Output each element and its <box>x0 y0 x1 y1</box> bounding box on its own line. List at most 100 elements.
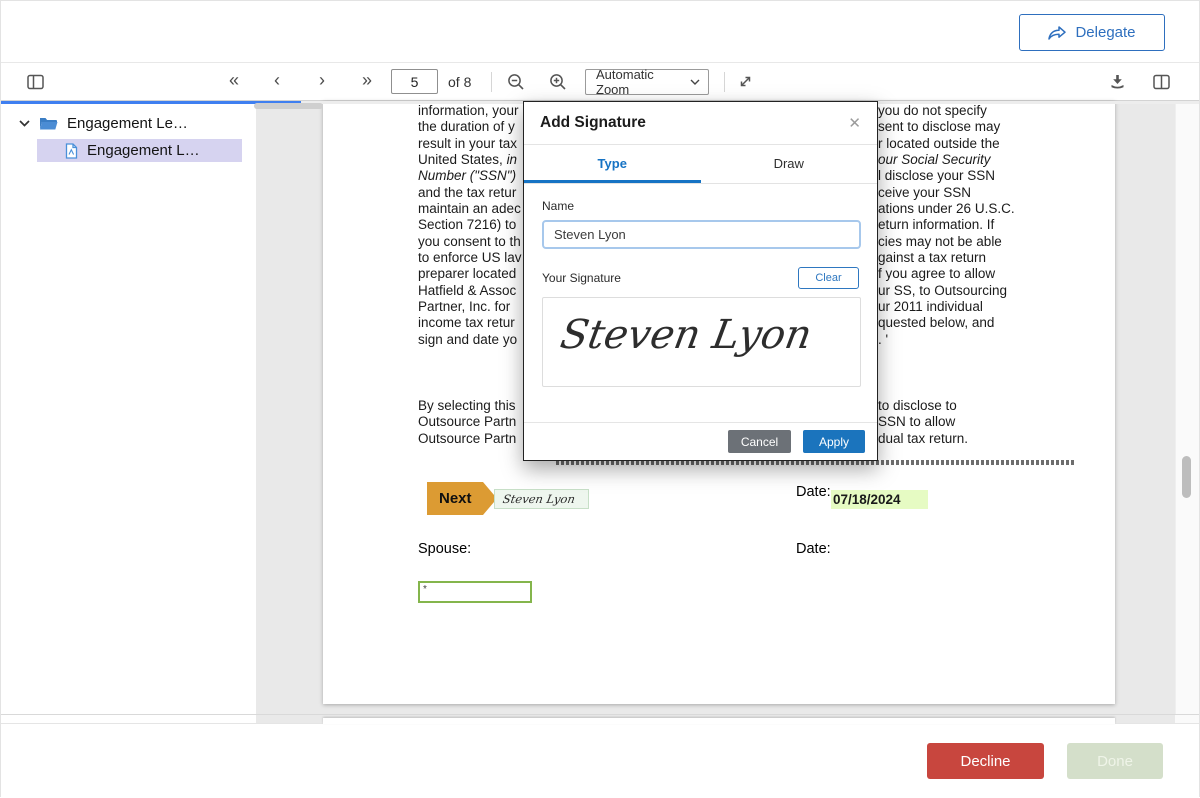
doc-line: our Social Security <box>878 152 1015 168</box>
doc-line: ations under 26 U.S.C. <box>878 201 1015 217</box>
pdf-viewer: information, yourthe duration of yresult… <box>256 101 1199 714</box>
doc-line: SSN to allow <box>878 414 968 430</box>
chevron-down-icon <box>19 120 30 127</box>
doc-line: Partner, Inc. for <box>418 299 522 315</box>
modal-footer: Cancel Apply <box>524 422 877 460</box>
doc-line: Section 7216) to <box>418 217 522 233</box>
pdf-toolbar: « ‹ › » of 8 Automatic Zoom <box>1 63 1199 101</box>
doc-line: the duration of y <box>418 119 522 135</box>
doc-line: preparer located <box>418 266 522 282</box>
spouse-date-label: Date: <box>796 541 831 557</box>
delegate-label: Delegate <box>1075 24 1135 41</box>
zoom-level-value: Automatic Zoom <box>596 67 690 97</box>
doc-line: ur SS, to Outsourcing <box>878 283 1015 299</box>
decline-button[interactable]: Decline <box>927 743 1044 779</box>
main-area: Engagement Le… Engagement L… information… <box>1 101 1199 714</box>
spouse-field-asterisk: * <box>420 583 530 595</box>
first-page-button[interactable]: « <box>229 71 239 89</box>
chevron-down-icon <box>690 79 700 85</box>
tab-type[interactable]: Type <box>524 145 701 183</box>
doc-line: income tax retur <box>418 315 522 331</box>
clear-button[interactable]: Clear <box>798 267 859 289</box>
document-tree-sidebar: Engagement Le… Engagement L… <box>1 101 256 714</box>
doc-line: gainst a tax return <box>878 250 1015 266</box>
doc-line: ceive your SSN <box>878 185 1015 201</box>
doc-line: cies may not be able <box>878 234 1015 250</box>
add-signature-modal: Add Signature ✕ Type Draw Name Your Sign… <box>523 101 878 461</box>
taxpayer-signature-field[interactable]: Steven Lyon <box>494 489 589 509</box>
toolbar-separator <box>491 72 492 92</box>
split-view-icon[interactable] <box>1153 74 1170 90</box>
doc-line: United States, in <box>418 152 522 168</box>
doc-line: you do not specify <box>878 103 1015 119</box>
folder-open-icon <box>39 116 58 131</box>
previous-page-button[interactable]: ‹ <box>274 71 280 89</box>
strip-scroll-track <box>1175 715 1199 723</box>
tree-file-label: Engagement L… <box>87 142 200 159</box>
doc-line: sign and date yo <box>418 332 522 348</box>
name-input[interactable] <box>542 220 861 249</box>
tree-file-row-selected[interactable]: Engagement L… <box>37 139 242 162</box>
doc-line: quested below, and <box>878 315 1015 331</box>
doc-line: information, your <box>418 103 522 119</box>
tab-draw[interactable]: Draw <box>701 145 878 183</box>
zoom-out-button[interactable] <box>507 73 525 91</box>
page-number-input[interactable] <box>391 69 438 94</box>
doc-line: dual tax return. <box>878 431 968 447</box>
page-count-label: of 8 <box>448 74 471 90</box>
doc-line: r located outside the <box>878 136 1015 152</box>
doc-line: l disclose your SSN <box>878 168 1015 184</box>
next-field-tag[interactable]: Next <box>427 482 497 515</box>
download-icon[interactable] <box>1109 73 1126 90</box>
doc-line: result in your tax <box>418 136 522 152</box>
spouse-label: Spouse: <box>418 541 471 557</box>
document-text-below-left: By selecting thisOutsource PartnOutsourc… <box>418 398 516 447</box>
toolbar-separator <box>724 72 725 92</box>
vertical-scrollbar-thumb[interactable] <box>1182 456 1191 498</box>
date-label: Date: <box>796 484 831 500</box>
doc-line: Hatfield & Assoc <box>418 283 522 299</box>
close-icon[interactable]: ✕ <box>848 114 861 132</box>
document-text-below-right: to disclose toSSN to allowdual tax retur… <box>878 398 968 447</box>
apply-button[interactable]: Apply <box>803 430 865 453</box>
presentation-mode-icon[interactable] <box>738 74 753 89</box>
delegate-share-icon <box>1048 26 1066 40</box>
tree-folder-label: Engagement Le… <box>67 115 188 132</box>
modal-title: Add Signature <box>540 114 646 132</box>
modal-body: Name Your Signature Clear Steven Lyon <box>524 199 877 387</box>
doc-line: maintain an adec <box>418 201 522 217</box>
doc-line: Outsource Partn <box>418 414 516 430</box>
zoom-level-select[interactable]: Automatic Zoom <box>585 69 709 95</box>
doc-line: Outsource Partn <box>418 431 516 447</box>
next-page-top-edge <box>323 718 1115 724</box>
pdf-file-icon <box>65 143 78 159</box>
zoom-in-button[interactable] <box>549 73 567 91</box>
signature-preview-box: Steven Lyon <box>542 297 861 387</box>
page-gap-strip <box>1 714 1199 723</box>
document-text-right-column: you do not specifysent to disclose mayr … <box>878 103 1015 348</box>
vertical-scrollbar-track <box>1175 101 1199 714</box>
last-page-button[interactable]: » <box>362 71 372 89</box>
taxpayer-signature-value: Steven Lyon <box>502 492 576 506</box>
doc-line: and the tax retur <box>418 185 522 201</box>
sidebar-toggle-icon[interactable] <box>27 74 44 90</box>
doc-line: eturn information. If <box>878 217 1015 233</box>
app-footer: Decline Done <box>1 723 1199 798</box>
doc-line: sent to disclose may <box>878 119 1015 135</box>
top-header: Delegate <box>1 1 1199 63</box>
doc-line: Number ("SSN") <box>418 168 522 184</box>
cancel-button[interactable]: Cancel <box>728 430 791 453</box>
your-signature-label: Your Signature <box>542 271 621 285</box>
tree-folder-row[interactable]: Engagement Le… <box>19 115 188 132</box>
done-button[interactable]: Done <box>1067 743 1163 779</box>
modal-header: Add Signature ✕ <box>524 102 877 145</box>
doc-line: By selecting this <box>418 398 516 414</box>
spouse-signature-field[interactable]: * <box>418 581 532 603</box>
delegate-button[interactable]: Delegate <box>1019 14 1165 51</box>
doc-line: you consent to th <box>418 234 522 250</box>
date-field[interactable]: 07/18/2024 <box>831 490 928 509</box>
next-page-button[interactable]: › <box>319 71 325 89</box>
doc-line: to disclose to <box>878 398 968 414</box>
modal-tabs: Type Draw <box>524 145 877 184</box>
horizontal-scrollbar-thumb[interactable] <box>254 103 323 109</box>
